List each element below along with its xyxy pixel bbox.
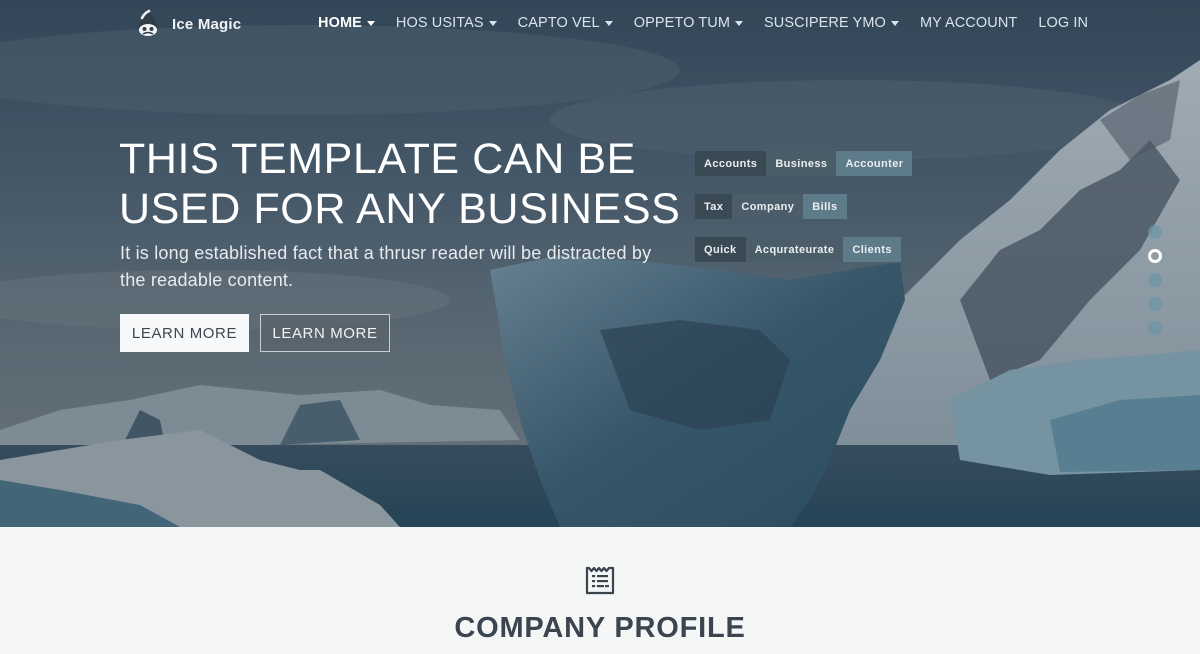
nav-item-label: SUSCIPERE YMO <box>764 15 886 31</box>
hero-headline-line-2: USED FOR ANY BUSINESS <box>119 185 681 233</box>
tag-business[interactable]: Business <box>766 151 837 176</box>
nav-item-hos-usitas[interactable]: HOS USITAS <box>396 15 497 31</box>
tag-acqurateurate[interactable]: Acqurateurate <box>745 237 844 262</box>
caret-down-icon <box>735 20 744 26</box>
caret-down-icon <box>890 20 899 26</box>
caret-down-icon <box>366 20 375 26</box>
tag-row-2: Tax Company Bills <box>695 194 847 219</box>
slider-dot-2-active[interactable] <box>1148 249 1162 263</box>
tag-clients[interactable]: Clients <box>843 237 901 262</box>
tag-quick[interactable]: Quick <box>695 237 746 262</box>
brand-name: Ice Magic <box>172 15 242 33</box>
main-menu: HOME HOS USITAS CAPTO VEL OPPETO TUM SUS… <box>318 15 1109 31</box>
document-list-icon <box>584 563 616 595</box>
tag-company[interactable]: Company <box>732 194 804 219</box>
tag-accounts[interactable]: Accounts <box>695 151 767 176</box>
nav-item-my-account[interactable]: MY ACCOUNT <box>920 15 1017 31</box>
company-profile-title: COMPANY PROFILE <box>454 612 746 644</box>
hero-headline-line-1: THIS TEMPLATE CAN BE <box>119 135 636 183</box>
nav-item-label: OPPETO TUM <box>633 15 731 31</box>
nav-item-home[interactable]: HOME <box>318 15 375 31</box>
nav-item-log-in[interactable]: LOG IN <box>1038 15 1088 31</box>
nav-item-label: HOS USITAS <box>395 15 484 31</box>
slider-dot-3[interactable] <box>1148 273 1162 287</box>
tag-bills[interactable]: Bills <box>803 194 847 219</box>
slider-pagination <box>1148 225 1162 345</box>
company-profile-section: COMPANY PROFILE <box>0 527 1200 654</box>
nav-item-label: HOME <box>318 15 362 31</box>
learn-more-button-primary[interactable]: LEARN MORE <box>120 314 249 352</box>
slider-dot-5[interactable] <box>1148 321 1162 335</box>
nav-item-label: CAPTO VEL <box>517 15 600 31</box>
tag-accounter[interactable]: Accounter <box>836 151 913 176</box>
nav-item-suscipere-ymo[interactable]: SUSCIPERE YMO <box>764 15 899 31</box>
caret-down-icon <box>488 20 497 26</box>
drop-logo-icon <box>133 8 163 40</box>
nav-item-capto-vel[interactable]: CAPTO VEL <box>518 15 613 31</box>
caret-down-icon <box>604 20 613 26</box>
hero-section: Ice Magic HOME HOS USITAS CAPTO VEL OPPE… <box>0 0 1200 527</box>
hero-subtext: It is long established fact that a thrus… <box>120 243 652 290</box>
slider-dot-4[interactable] <box>1148 297 1162 311</box>
brand-logo[interactable]: Ice Magic <box>133 6 241 42</box>
nav-item-label: MY ACCOUNT <box>919 15 1018 31</box>
nav-item-label: LOG IN <box>1038 15 1089 31</box>
tag-tax[interactable]: Tax <box>695 194 733 219</box>
nav-item-oppeto-tum[interactable]: OPPETO TUM <box>633 15 744 31</box>
slider-dot-1[interactable] <box>1148 225 1162 239</box>
learn-more-button-secondary[interactable]: LEARN MORE <box>260 314 390 352</box>
tag-row-3: Quick Acqurateurate Clients <box>695 237 901 262</box>
tag-row-1: Accounts Business Accounter <box>695 151 913 176</box>
top-navigation: Ice Magic HOME HOS USITAS CAPTO VEL OPPE… <box>0 0 1200 50</box>
hero-headline: THIS TEMPLATE CAN BE USED FOR ANY BUSINE… <box>119 134 699 234</box>
